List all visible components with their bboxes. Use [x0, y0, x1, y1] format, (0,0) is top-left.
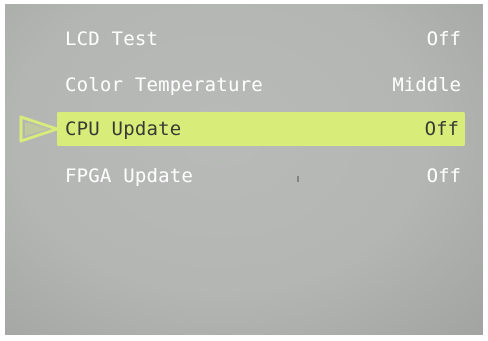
menu-item-label: FPGA Update — [65, 165, 194, 187]
menu-item-fpga-update[interactable]: FPGA Update Off — [57, 159, 465, 193]
screen-dust-speck — [297, 176, 299, 182]
menu-item-color-temperature[interactable]: Color Temperature Middle — [57, 68, 465, 102]
menu-item-value: Off — [426, 165, 461, 187]
menu-item-value: Off — [424, 118, 459, 140]
menu-item-value: Middle — [392, 74, 461, 96]
menu-item-value: Off — [426, 28, 461, 50]
triangle-pointer-icon — [19, 115, 59, 143]
menu-item-lcd-test[interactable]: LCD Test Off — [57, 22, 465, 56]
menu-item-cpu-update[interactable]: CPU Update Off — [57, 112, 465, 146]
menu-item-label: CPU Update — [65, 118, 182, 140]
menu-item-label: LCD Test — [65, 28, 159, 50]
osd-menu-screen: LCD Test Off Color Temperature Middle CP… — [5, 4, 483, 335]
menu-item-label: Color Temperature — [65, 74, 263, 96]
